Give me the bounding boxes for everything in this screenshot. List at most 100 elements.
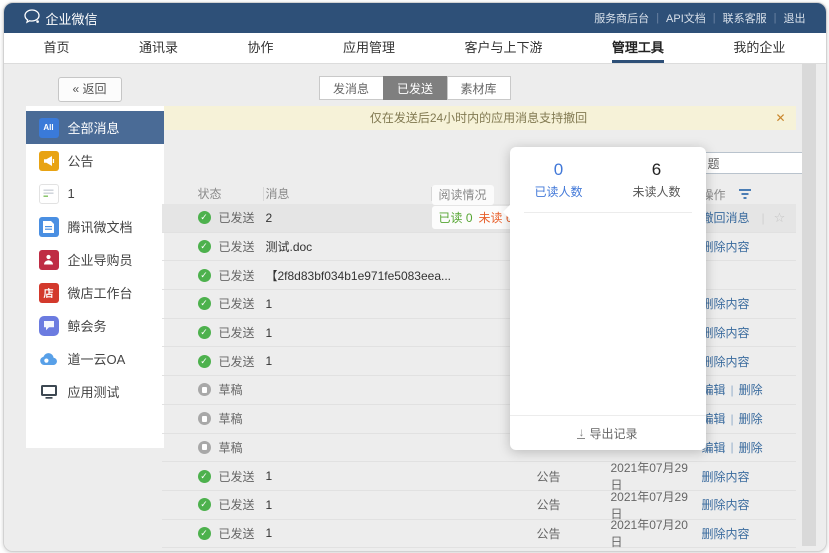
sent-check-icon: ✓ [198,326,211,339]
filter-icon[interactable] [738,189,752,203]
read-count-stat: 0 已读人数 [510,160,608,200]
export-records-button[interactable]: ↓ 导出记录 [510,415,706,450]
sent-check-icon: ✓ [198,355,211,368]
action-link[interactable]: 删除内容 [702,324,750,341]
sent-check-icon: ✓ [198,240,211,253]
sidebar-item-4[interactable]: 企业导购员 [26,243,164,276]
action-cell: 编辑|删除 [700,381,796,398]
sent-check-icon: ✓ [198,527,211,540]
message-cell: 1 [264,469,432,483]
action-link[interactable]: 删除 [739,410,763,427]
action-link[interactable]: 删除内容 [702,238,750,255]
message-cell: 1 [264,297,432,311]
read-status-popup: 0 已读人数 6 未读人数 ↓ 导出记录 [510,147,706,450]
tab-send-message[interactable]: 发消息 [319,76,383,100]
date-cell: 2021年07月20日 [602,516,700,550]
status-label: 已发送 [219,324,255,341]
status-label: 已发送 [219,267,255,284]
status-label: 已发送 [219,496,255,513]
status-label: 草稿 [219,381,243,398]
action-cell: 删除内容 [700,324,796,341]
read-count-value: 0 [510,160,608,180]
action-link[interactable]: 删除 [739,439,763,456]
link-separator: | [774,12,777,24]
sidebar-item-5[interactable]: 店微店工作台 [26,276,164,309]
nav-item-6[interactable]: 我的企业 [733,33,785,63]
sent-check-icon: ✓ [198,470,211,483]
sidebar-item-label: 全部消息 [68,118,120,137]
message-cell: 1 [264,326,432,340]
nav-item-2[interactable]: 协作 [247,33,273,63]
action-separator: | [762,211,765,225]
action-link[interactable]: 删除内容 [702,468,750,485]
sidebar-item-label: 腾讯微文档 [68,217,133,236]
all-badge-icon: All [39,118,59,138]
close-icon[interactable]: ✕ [775,106,785,130]
link-separator: | [656,12,659,24]
draft-icon [198,412,211,425]
tab-materials[interactable]: 素材库 [447,76,511,100]
back-button[interactable]: « 返回 [58,77,122,102]
sidebar-item-label: 道一云OA [68,349,126,368]
action-separator: | [731,440,734,454]
status-label: 已发送 [219,209,255,226]
sidebar-item-8[interactable]: 应用测试 [26,375,164,408]
sidebar-item-7[interactable]: 道一云OA [26,342,164,375]
nav-item-4[interactable]: 客户与上下游 [464,33,542,63]
sidebar-item-label: 公告 [68,151,94,170]
tab-sent[interactable]: 已发送 [383,76,447,100]
nav-item-3[interactable]: 应用管理 [343,33,395,63]
link-separator: | [713,12,716,24]
header-message: 消息 [264,187,432,201]
status-label: 已发送 [219,353,255,370]
sidebar-item-2[interactable]: 1 [26,177,164,210]
popup-divider [524,212,692,213]
export-records-label: 导出记录 [589,425,637,442]
sidebar-item-label: 企业导购员 [68,250,133,269]
table-row: ✓已发送1公告2021年07月29日删除内容 [162,462,796,491]
sent-check-icon: ✓ [198,297,211,310]
sidebar-item-label: 应用测试 [68,382,120,401]
action-cell: 编辑|删除 [700,439,796,456]
star-icon[interactable]: ☆ [774,210,786,226]
action-link[interactable]: 撤回消息 [702,209,750,226]
monitor-icon [39,382,59,402]
status-label: 已发送 [219,238,255,255]
action-link[interactable]: 删除内容 [702,525,750,542]
sidebar-item-1[interactable]: 公告 [26,144,164,177]
action-link[interactable]: 删除内容 [702,496,750,513]
sidebar-item-6[interactable]: 鲸会务 [26,309,164,342]
read-count-label: 已读人数 [510,183,608,200]
action-cell: 删除内容 [700,353,796,370]
sidebar-item-label: 微店工作台 [68,283,133,302]
sidebar-item-0[interactable]: All 全部消息 [26,111,164,144]
action-link[interactable]: 删除内容 [702,353,750,370]
link-service-provider[interactable]: 服务商后台 [594,10,649,26]
status-label: 已发送 [219,525,255,542]
nav-item-1[interactable]: 通讯录 [139,33,178,63]
action-cell: 删除内容 [700,525,796,542]
link-logout[interactable]: 退出 [784,10,806,26]
list-doc-icon [39,184,59,204]
sidebar: All 全部消息公告 1 腾讯微文档企业导购员店微店工作台鲸会务道一云OA 应用测试 [26,106,164,448]
action-cell: 删除内容 [700,496,796,513]
search-input[interactable] [702,152,806,174]
action-link[interactable]: 删除内容 [702,295,750,312]
topbar-links: 服务商后台 | API文档 | 联系客服 | 退出 [594,10,805,26]
nav-item-0[interactable]: 首页 [44,33,70,63]
blue-doc-icon [39,217,59,237]
link-api-docs[interactable]: API文档 [666,10,706,26]
nav-item-5[interactable]: 管理工具 [612,33,664,63]
link-contact-support[interactable]: 联系客服 [723,10,767,26]
message-tabs: 发消息 已发送 素材库 [319,76,511,100]
sidebar-item-3[interactable]: 腾讯微文档 [26,210,164,243]
action-link[interactable]: 删除 [739,381,763,398]
header-status: 状态 [162,187,264,201]
status-label: 已发送 [219,295,255,312]
status-label: 草稿 [219,439,243,456]
scrollbar[interactable] [802,64,816,546]
sent-check-icon: ✓ [198,211,211,224]
message-cell: 2 [264,211,432,225]
cloud-icon [39,349,59,369]
message-cell: 测试.doc [264,238,432,255]
